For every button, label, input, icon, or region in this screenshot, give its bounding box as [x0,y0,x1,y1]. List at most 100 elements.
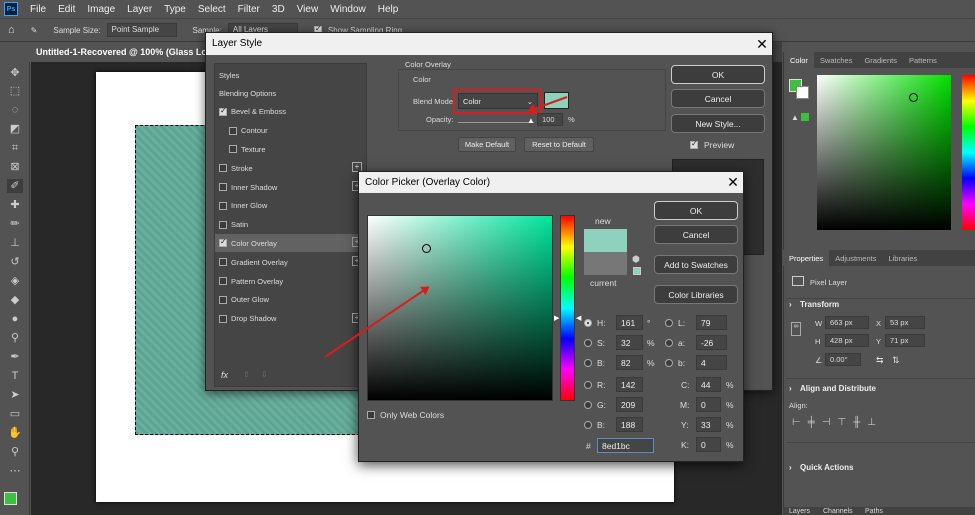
document-tab[interactable]: Untitled-1-Recovered @ 100% (Glass Look … [30,42,210,62]
outer-glow-checkbox[interactable] [219,295,227,304]
tab-patterns[interactable]: Patterns [903,52,943,68]
bevel-emboss-checkbox[interactable] [219,106,227,116]
lasso-tool-icon[interactable]: ◌ [7,103,23,117]
align-top-icon[interactable]: ⊤ [838,417,854,428]
style-item-pattern-overlay[interactable]: Pattern Overlay [215,272,366,290]
tab-paths[interactable]: Paths [865,508,883,515]
web-safe-swatch[interactable] [801,113,809,121]
eyedropper-tool-icon[interactable]: ✎ [31,26,38,35]
align-chevron-icon[interactable]: › [789,384,792,393]
tab-adjustments[interactable]: Adjustments [829,250,882,266]
sample-size-select[interactable]: Point Sample [106,23,177,37]
drop-shadow-checkbox[interactable] [219,314,227,323]
healing-brush-icon[interactable]: ✚ [7,198,23,212]
align-hcenter-icon[interactable]: ╪ [808,417,822,428]
y-field[interactable]: 71 px [885,334,925,347]
tab-swatches[interactable]: Swatches [814,52,859,68]
blur-tool-icon[interactable]: ● [7,312,23,326]
menu-window[interactable]: Window [324,4,372,15]
x-field[interactable]: 53 px [885,316,925,329]
crop-tool-icon[interactable]: ⌗ [7,141,23,155]
tab-color[interactable]: Color [784,52,814,68]
only-web-colors-checkbox[interactable] [367,411,375,419]
style-item-drop-shadow[interactable]: Drop Shadow + [215,310,366,328]
more-tools-icon[interactable]: ⋯ [7,464,23,478]
opacity-slider-track[interactable] [458,122,534,123]
inner-shadow-checkbox[interactable] [219,183,227,191]
make-default-button[interactable]: Make Default [458,137,516,152]
web-safe-swatch[interactable] [633,267,641,275]
tab-properties[interactable]: Properties [783,250,830,266]
history-brush-icon[interactable]: ↺ [7,255,23,269]
home-icon[interactable]: ⌂ [8,24,15,36]
hue-slider-left-arrow-icon[interactable]: ▶ [554,314,559,322]
panel-color-field[interactable] [817,75,951,230]
saturation-field[interactable]: 32 [616,335,643,350]
b-channel-radio[interactable] [665,359,673,367]
style-item-satin[interactable]: Satin [215,216,366,234]
blue-radio[interactable] [584,421,592,429]
style-item-contour[interactable]: Contour [215,122,366,140]
style-item-outer-glow[interactable]: Outer Glow [215,291,366,309]
picker-ok-button[interactable]: OK [654,201,738,220]
add-to-swatches-button[interactable]: Add to Swatches [654,255,738,274]
red-field[interactable]: 142 [616,377,643,392]
yellow-field[interactable]: 33 [696,417,721,432]
black-field[interactable]: 0 [696,437,721,452]
style-item-gradient-overlay[interactable]: Gradient Overlay + [215,253,366,271]
quick-select-tool-icon[interactable]: ◩ [7,122,23,136]
flip-vertical-icon[interactable]: ⇅ [892,355,900,366]
hue-slider-right-arrow-icon[interactable]: ◀ [576,314,581,322]
ok-button[interactable]: OK [671,65,765,84]
zoom-tool-icon[interactable]: ⚲ [7,445,23,459]
close-icon[interactable]: ✕ [724,173,742,191]
dodge-tool-icon[interactable]: ⚲ [7,331,23,345]
align-left-icon[interactable]: ⊢ [792,417,808,428]
cyan-field[interactable]: 44 [696,377,721,392]
stamp-tool-icon[interactable]: ⊥ [7,236,23,250]
align-bottom-icon[interactable]: ⊥ [867,417,883,428]
menu-3d[interactable]: 3D [266,4,291,15]
stroke-checkbox[interactable] [219,164,227,173]
panel-background-swatch[interactable] [796,86,809,99]
style-item-texture[interactable]: Texture [215,140,366,158]
inner-glow-checkbox[interactable] [219,201,227,210]
green-field[interactable]: 209 [616,397,643,412]
lightness-radio[interactable] [665,319,673,327]
menu-image[interactable]: Image [81,4,121,15]
menu-edit[interactable]: Edit [52,4,81,15]
contour-checkbox[interactable] [229,126,237,135]
lightness-field[interactable]: 79 [696,315,727,330]
move-down-icon[interactable]: ⇩ [261,370,268,379]
move-tool-icon[interactable]: ✥ [7,66,23,80]
gradient-overlay-checkbox[interactable] [219,258,227,267]
a-channel-field[interactable]: -26 [696,335,727,350]
type-tool-icon[interactable]: T [7,369,23,383]
blue-field[interactable]: 188 [616,417,643,432]
path-select-icon[interactable]: ➤ [7,388,23,402]
menu-file[interactable]: File [24,4,52,15]
style-item-stroke[interactable]: Stroke + [215,159,366,177]
panel-hue-slider[interactable] [962,75,975,230]
brightness-radio[interactable] [584,359,592,367]
hex-field[interactable]: 8ed1bc [597,438,654,453]
width-field[interactable]: 663 px [825,316,869,329]
quick-actions-chevron-icon[interactable]: › [789,463,792,472]
color-overlay-checkbox[interactable] [219,237,227,248]
new-style-button[interactable]: New Style... [671,114,765,133]
menu-type[interactable]: Type [158,4,192,15]
close-icon[interactable]: ✕ [753,35,771,53]
reset-default-button[interactable]: Reset to Default [524,137,594,152]
height-field[interactable]: 428 px [825,334,869,347]
marquee-tool-icon[interactable]: ⬚ [7,84,23,98]
picker-cancel-button[interactable]: Cancel [654,225,738,244]
align-right-icon[interactable]: ⊣ [822,417,838,428]
tab-channels[interactable]: Channels [823,508,853,515]
green-radio[interactable] [584,401,592,409]
transform-chevron-icon[interactable]: › [789,300,792,309]
eyedropper-tool-icon[interactable]: ✐ [7,179,23,193]
menu-filter[interactable]: Filter [232,4,266,15]
color-libraries-button[interactable]: Color Libraries [654,285,738,304]
brush-tool-icon[interactable]: ✏ [7,217,23,231]
pen-tool-icon[interactable]: ✒ [7,350,23,364]
